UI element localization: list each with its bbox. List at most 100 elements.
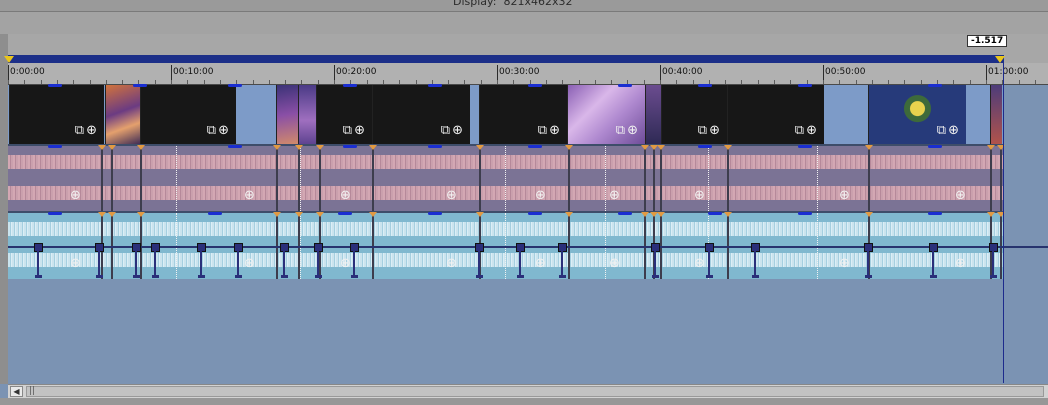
clip-boundary[interactable] <box>319 146 321 211</box>
event-fx-icon[interactable]: ⊕ <box>948 123 961 138</box>
clip-boundary[interactable] <box>372 146 374 211</box>
volume-handle[interactable] <box>133 84 147 87</box>
volume-handle[interactable] <box>798 212 812 215</box>
volume-handle[interactable] <box>928 84 942 87</box>
event-fx-icon[interactable]: ⊕ <box>70 188 83 203</box>
fade-handle[interactable] <box>108 145 116 150</box>
event-fx-icon[interactable]: ⊕ <box>535 256 548 271</box>
crop-icon[interactable]: ⧉ <box>698 123 709 138</box>
crop-icon[interactable]: ⧉ <box>616 123 627 138</box>
fade-handle[interactable] <box>273 212 281 217</box>
video-clip[interactable]: ⧉⊕ <box>727 85 824 144</box>
fade-handle[interactable] <box>641 145 649 150</box>
event-fx-icon[interactable]: ⊕ <box>955 188 968 203</box>
volume-handle[interactable] <box>343 145 357 148</box>
fade-handle[interactable] <box>295 212 303 217</box>
volume-handle[interactable] <box>428 145 442 148</box>
event-fx-icon[interactable]: ⊕ <box>609 256 622 271</box>
crop-icon[interactable]: ⧉ <box>343 123 354 138</box>
time-ruler[interactable]: 0:00:00 00:10:00 00:20:00 00:30:00 00:40:00 0… <box>8 63 1048 85</box>
volume-handle[interactable] <box>343 84 357 87</box>
volume-handle[interactable] <box>528 84 542 87</box>
event-fx-icon[interactable]: ⊕ <box>244 188 257 203</box>
crop-icon[interactable]: ⧉ <box>538 123 549 138</box>
volume-handle[interactable] <box>618 84 632 87</box>
video-clip[interactable]: ⧉⊕ <box>567 85 645 144</box>
fade-handle[interactable] <box>641 212 649 217</box>
event-fx-icon[interactable]: ⊕ <box>806 123 819 138</box>
playhead-cursor[interactable] <box>1003 63 1004 383</box>
volume-handle[interactable] <box>208 212 222 215</box>
fade-handle[interactable] <box>657 212 665 217</box>
volume-handle[interactable] <box>228 145 242 148</box>
volume-handle[interactable] <box>48 145 62 148</box>
event-fx-icon[interactable]: ⊕ <box>446 188 459 203</box>
event-fx-icon[interactable]: ⊕ <box>694 256 707 271</box>
video-clip[interactable]: ⧉⊕ <box>140 85 236 144</box>
fade-handle[interactable] <box>865 212 873 217</box>
clip-boundary[interactable] <box>653 146 655 211</box>
crop-icon[interactable]: ⧉ <box>441 123 452 138</box>
fade-handle[interactable] <box>369 145 377 150</box>
video-clip[interactable]: ⧉⊕ <box>372 85 470 144</box>
event-fx-icon[interactable]: ⊕ <box>340 188 353 203</box>
video-clip[interactable]: ⧉⊕ <box>868 85 966 144</box>
volume-handle[interactable] <box>708 212 722 215</box>
loop-region-bar[interactable] <box>8 55 1004 63</box>
fade-handle[interactable] <box>108 212 116 217</box>
event-fx-icon[interactable]: ⊕ <box>86 123 99 138</box>
volume-handle[interactable] <box>698 84 712 87</box>
video-clip[interactable]: ⧉⊕ <box>9 85 104 144</box>
event-fx-icon[interactable]: ⊕ <box>354 123 367 138</box>
fade-handle[interactable] <box>476 212 484 217</box>
audio-track-1[interactable]: ⊕ ⊕ ⊕ ⊕ ⊕ ⊕ ⊕ ⊕ ⊕ <box>8 145 1005 211</box>
volume-envelope-line[interactable] <box>8 246 1048 248</box>
event-fx-icon[interactable]: ⊕ <box>446 256 459 271</box>
clip-boundary[interactable] <box>1000 146 1002 211</box>
fade-handle[interactable] <box>369 212 377 217</box>
volume-handle[interactable] <box>618 212 632 215</box>
video-clip[interactable]: ⧉⊕ <box>479 85 567 144</box>
horizontal-scrollbar[interactable]: ◀ || <box>8 384 1048 398</box>
fade-handle[interactable] <box>565 145 573 150</box>
event-fx-icon[interactable]: ⊕ <box>709 123 722 138</box>
event-fx-icon[interactable]: ⊕ <box>955 256 968 271</box>
video-track[interactable]: ⧉⊕ ⧉⊕ ⧉⊕ ⧉⊕ ⧉⊕ ⧉⊕ ⧉⊕ ⧉⊕ ⧉⊕ <box>8 84 1004 144</box>
event-fx-icon[interactable]: ⊕ <box>627 123 640 138</box>
volume-handle[interactable] <box>798 145 812 148</box>
event-fx-icon[interactable]: ⊕ <box>244 256 257 271</box>
clip-boundary[interactable] <box>727 146 729 211</box>
video-clip[interactable]: ⧉⊕ <box>316 85 372 144</box>
empty-track-area[interactable] <box>8 281 1004 383</box>
event-fx-icon[interactable]: ⊕ <box>839 188 852 203</box>
fade-handle[interactable] <box>273 145 281 150</box>
event-fx-icon[interactable]: ⊕ <box>694 188 707 203</box>
fade-handle[interactable] <box>316 212 324 217</box>
volume-handle[interactable] <box>428 212 442 215</box>
crop-icon[interactable]: ⧉ <box>207 123 218 138</box>
fade-handle[interactable] <box>98 145 106 150</box>
event-fx-icon[interactable]: ⊕ <box>839 256 852 271</box>
fade-handle[interactable] <box>987 145 995 150</box>
event-fx-icon[interactable]: ⊕ <box>609 188 622 203</box>
event-fx-icon[interactable]: ⊕ <box>340 256 353 271</box>
video-clip[interactable] <box>645 85 661 144</box>
volume-handle[interactable] <box>48 212 62 215</box>
event-fx-icon[interactable]: ⊕ <box>218 123 231 138</box>
volume-handle[interactable] <box>338 212 352 215</box>
clip-boundary[interactable] <box>140 146 142 211</box>
fade-handle[interactable] <box>987 212 995 217</box>
fade-handle[interactable] <box>657 145 665 150</box>
fade-handle[interactable] <box>98 212 106 217</box>
video-clip[interactable] <box>990 85 1002 144</box>
fade-handle[interactable] <box>295 145 303 150</box>
fade-handle[interactable] <box>137 212 145 217</box>
event-fx-icon[interactable]: ⊕ <box>535 188 548 203</box>
volume-handle[interactable] <box>928 212 942 215</box>
crop-icon[interactable]: ⧉ <box>75 123 86 138</box>
scrollbar-thumb[interactable]: || <box>26 386 1044 397</box>
fade-handle[interactable] <box>316 145 324 150</box>
volume-handle[interactable] <box>48 84 62 87</box>
fade-handle[interactable] <box>865 145 873 150</box>
video-clip[interactable]: ⧉⊕ <box>661 85 727 144</box>
